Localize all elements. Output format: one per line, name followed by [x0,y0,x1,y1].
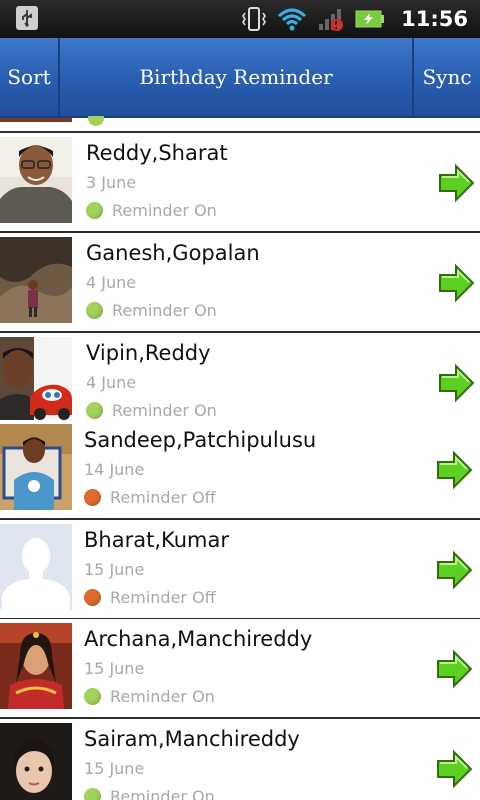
birthday-date: 3 June [86,173,137,192]
list-item-partial [0,116,480,133]
birthday-date: 15 June [84,560,145,579]
reminder-status: Reminder Off [110,488,216,507]
list-item[interactable]: Ganesh,Gopalan 4 June Reminder On [0,233,480,333]
arrow-right-icon[interactable] [436,749,472,789]
sync-button[interactable]: Sync [412,38,480,116]
arrow-right-icon[interactable] [436,450,472,490]
contact-name: Bharat,Kumar [84,528,229,552]
avatar [0,337,72,423]
birthday-date: 15 June [84,659,145,678]
contact-name: Reddy,Sharat [86,141,228,165]
contact-name: Vipin,Reddy [86,341,211,365]
reminder-off-icon [84,589,101,606]
contact-name: Ganesh,Gopalan [86,241,260,265]
list-item[interactable]: Reddy,Sharat 3 June Reminder On [0,133,480,233]
reminder-status: Reminder On [112,401,217,420]
reminder-status: Reminder On [110,787,215,800]
avatar [0,237,72,323]
reminder-on-icon [86,402,103,419]
list-item[interactable]: Sandeep,Patchipulusu 14 June Reminder Of… [0,420,480,520]
list-item[interactable]: Vipin,Reddy 4 June Reminder On [0,333,480,433]
clock-time: 11:56 [401,7,468,31]
sort-button[interactable]: Sort [0,38,60,116]
contact-name: Archana,Manchireddy [84,627,313,651]
reminder-status: Reminder On [110,687,215,706]
reminder-on-icon [84,688,101,705]
reminder-off-icon [84,489,101,506]
status-bar: 11:56 [0,0,480,38]
contact-name: Sandeep,Patchipulusu [84,428,317,452]
list-item[interactable]: Archana,Manchireddy 15 June Reminder On [0,619,480,719]
avatar [0,623,72,709]
contact-list[interactable]: Reddy,Sharat 3 June Reminder On Ganesh,G… [0,116,480,800]
avatar [0,524,72,610]
reminder-on-icon [86,202,103,219]
birthday-date: 4 June [86,273,137,292]
birthday-date: 14 June [84,460,145,479]
reminder-status: Reminder On [112,201,217,220]
arrow-right-icon[interactable] [438,163,474,203]
arrow-right-icon[interactable] [436,550,472,590]
arrow-right-icon[interactable] [436,649,472,689]
avatar [0,137,72,223]
birthday-date: 15 June [84,759,145,778]
page-title: Birthday Reminder [139,65,333,89]
reminder-status: Reminder On [112,301,217,320]
vibrate-icon [242,7,267,31]
reminder-status: Reminder Off [110,588,216,607]
list-item[interactable]: Sairam,Manchireddy 15 June Reminder On [0,719,480,800]
avatar [0,723,72,800]
app-header: Sort Birthday Reminder Sync [0,38,480,118]
arrow-right-icon[interactable] [438,263,474,303]
usb-icon [16,6,40,32]
arrow-right-icon[interactable] [438,363,474,403]
reminder-on-icon [86,302,103,319]
signal-no-service-icon [319,9,344,32]
contact-name: Sairam,Manchireddy [84,727,300,751]
avatar [0,424,72,510]
reminder-on-icon [84,788,101,800]
birthday-date: 4 June [86,373,137,392]
wifi-icon [278,8,307,31]
battery-charging-icon [355,10,385,28]
reminder-status-icon [88,116,104,126]
list-item[interactable]: Bharat,Kumar 15 June Reminder Off [0,520,480,620]
